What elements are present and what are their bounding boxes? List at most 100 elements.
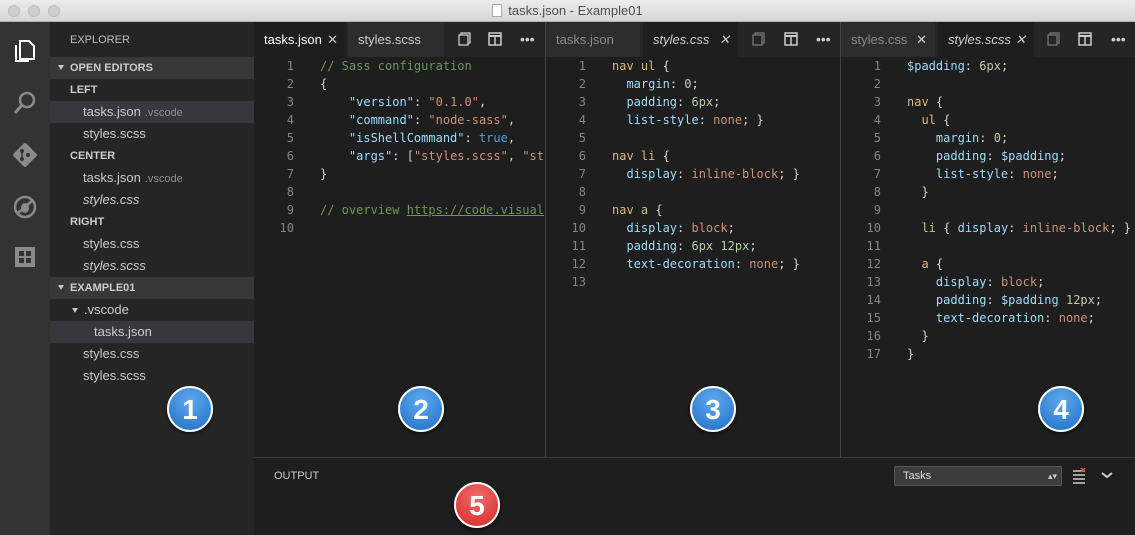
code-line[interactable]: 12 text-decoration: none; }: [546, 255, 840, 273]
tab-styles-scss[interactable]: styles.scss: [348, 22, 444, 57]
code-line[interactable]: 10 display: block;: [546, 219, 840, 237]
code-line[interactable]: 2: [841, 75, 1135, 93]
code-line[interactable]: 1 $padding: 6px;: [841, 57, 1135, 75]
extensions-icon[interactable]: [12, 244, 38, 270]
code-line[interactable]: 16 }: [841, 327, 1135, 345]
line-number: 11: [866, 239, 881, 253]
output-channel-select[interactable]: Tasks ▴▾: [894, 466, 1062, 486]
project-header[interactable]: EXAMPLE01: [50, 277, 254, 299]
file-item[interactable]: tasks.json: [50, 321, 254, 343]
code-line[interactable]: 5: [546, 129, 840, 147]
code-text: }: [907, 185, 929, 199]
code-line[interactable]: 14 padding: $padding 12px;: [841, 291, 1135, 309]
code-line[interactable]: 10: [254, 219, 545, 237]
code-line[interactable]: 1 nav ul {: [546, 57, 840, 75]
code-line[interactable]: 2{: [254, 75, 545, 93]
code-line[interactable]: 5 margin: 0;: [841, 129, 1135, 147]
callout-badge: 5: [454, 482, 500, 528]
line-number: 9: [286, 203, 294, 217]
file-item[interactable]: styles.scss: [50, 365, 254, 387]
close-icon[interactable]: ✕: [327, 22, 338, 57]
open-editor-item[interactable]: styles.scss: [50, 255, 254, 277]
code-line[interactable]: 8: [254, 183, 545, 201]
code-line[interactable]: 11: [841, 237, 1135, 255]
split-editor-icon[interactable]: [458, 32, 472, 46]
code-text: nav {: [907, 95, 944, 109]
split-editor-icon[interactable]: [1047, 32, 1061, 46]
more-actions-icon[interactable]: •••: [1111, 22, 1129, 47]
code-line[interactable]: 4 ul {: [841, 111, 1135, 129]
left-editor[interactable]: 1// Sass configuration 2{3 "version": "0.…: [254, 57, 545, 457]
right-editor[interactable]: 1 $padding: 6px; 2 3 nav { 4 ul {5 margin: 0;…: [841, 57, 1135, 457]
open-editor-item[interactable]: styles.css: [50, 233, 254, 255]
split-editor-icon[interactable]: [752, 32, 766, 46]
toggle-layout-icon[interactable]: [784, 32, 798, 46]
code-line[interactable]: 9: [841, 201, 1135, 219]
line-number: 5: [286, 131, 294, 145]
code-line[interactable]: 11 padding: 6px 12px;: [546, 237, 840, 255]
code-text: display: inline-block; }: [626, 167, 800, 181]
line-number: 10: [571, 221, 586, 235]
code-line[interactable]: 8: [546, 183, 840, 201]
tab-styles-scss[interactable]: styles.scss ✕: [938, 22, 1034, 57]
toggle-layout-icon[interactable]: [1078, 32, 1092, 46]
code-line[interactable]: 7 display: inline-block; }: [546, 165, 840, 183]
close-icon[interactable]: ✕: [916, 22, 927, 57]
code-line[interactable]: 13: [546, 273, 840, 291]
code-line[interactable]: 3 padding: 6px;: [546, 93, 840, 111]
code-line[interactable]: 10 li { display: inline-block; }: [841, 219, 1135, 237]
code-line[interactable]: 3 nav {: [841, 93, 1135, 111]
file-item[interactable]: styles.css: [50, 343, 254, 365]
code-line[interactable]: 17}: [841, 345, 1135, 363]
code-line[interactable]: 4 list-style: none; }: [546, 111, 840, 129]
folder-vscode[interactable]: .vscode: [50, 299, 254, 321]
code-line[interactable]: 3 "version": "0.1.0",: [254, 93, 545, 111]
code-line[interactable]: 15 text-decoration: none;: [841, 309, 1135, 327]
toggle-layout-icon[interactable]: [488, 32, 502, 46]
more-actions-icon[interactable]: •••: [520, 22, 538, 47]
code-line[interactable]: 13 display: block;: [841, 273, 1135, 291]
clear-output-icon[interactable]: [1072, 468, 1086, 484]
left-tab-bar: tasks.json ✕ styles.scss •••: [254, 22, 545, 57]
tab-styles-css[interactable]: styles.css ✕: [841, 22, 935, 57]
code-line[interactable]: 8 }: [841, 183, 1135, 201]
open-editors-header[interactable]: OPEN EDITORS: [50, 57, 254, 79]
tab-tasks-json[interactable]: tasks.json: [546, 22, 640, 57]
code-line[interactable]: 9 // overview https://code.visual: [254, 201, 545, 219]
line-number: 1: [873, 59, 881, 73]
tab-tasks-json[interactable]: tasks.json ✕: [254, 22, 346, 57]
group-center-label: CENTER: [70, 150, 116, 162]
open-editor-item[interactable]: tasks.json .vscode: [50, 167, 254, 189]
line-number: 5: [873, 131, 881, 145]
code-line[interactable]: 5 "isShellCommand": true,: [254, 129, 545, 147]
code-line[interactable]: 2 margin: 0;: [546, 75, 840, 93]
line-number: 3: [873, 95, 881, 109]
open-editor-item[interactable]: tasks.json .vscode: [50, 101, 254, 123]
code-line[interactable]: 6 nav li {: [546, 147, 840, 165]
code-text: li { display: inline-block; }: [921, 221, 1132, 235]
code-line[interactable]: 9 nav a {: [546, 201, 840, 219]
debug-icon[interactable]: [12, 194, 38, 220]
code-line[interactable]: 6 padding: $padding;: [841, 147, 1135, 165]
code-line[interactable]: 7 list-style: none;: [841, 165, 1135, 183]
chevron-down-icon[interactable]: [1100, 470, 1114, 480]
window-titlebar: tasks.json - Example01: [0, 0, 1135, 22]
source-control-icon[interactable]: [12, 142, 38, 168]
code-text: nav a {: [612, 203, 663, 217]
close-icon[interactable]: ✕: [719, 22, 730, 57]
code-line[interactable]: 6 "args": ["styles.scss", "st: [254, 147, 545, 165]
code-line[interactable]: 4 "command": "node-sass",: [254, 111, 545, 129]
open-editor-item[interactable]: styles.scss: [50, 123, 254, 145]
search-icon[interactable]: [12, 90, 38, 116]
more-actions-icon[interactable]: •••: [816, 22, 834, 47]
line-number: 10: [279, 221, 294, 235]
explorer-title: EXPLORER: [70, 34, 130, 46]
activity-bar: [0, 22, 50, 535]
close-icon[interactable]: ✕: [1015, 22, 1026, 57]
open-editor-item[interactable]: styles.css: [50, 189, 254, 211]
code-line[interactable]: 7}: [254, 165, 545, 183]
code-line[interactable]: 1 // Sass configuration: [254, 57, 545, 75]
code-line[interactable]: 12 a {: [841, 255, 1135, 273]
explorer-icon[interactable]: [12, 38, 38, 64]
tab-styles-css[interactable]: styles.css ✕: [643, 22, 738, 57]
